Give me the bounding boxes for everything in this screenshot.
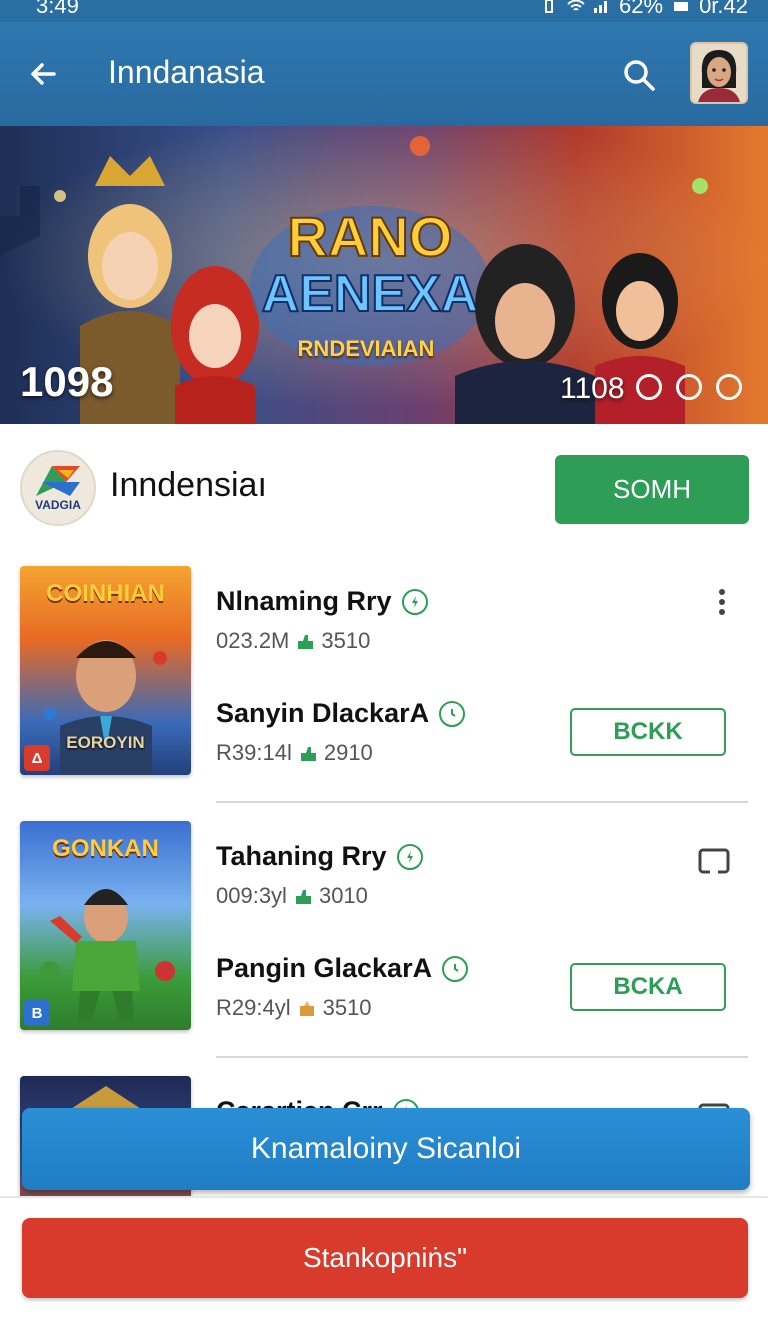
hand-icon	[298, 743, 318, 763]
game-thumbnail[interactable]: GONKAN B	[20, 821, 191, 1030]
game-subtitle-row: Sanyin DlackarA	[216, 698, 466, 729]
box-icon	[297, 998, 317, 1018]
hero-actions	[636, 374, 742, 400]
svg-text:RANO: RANO	[288, 205, 453, 268]
developer-action-button[interactable]: SOMH	[555, 455, 749, 524]
game-sub-stats-row: R29:4yl 3510	[216, 995, 372, 1021]
clock-badge-icon	[442, 955, 469, 982]
thumbnail-badge: Δ	[24, 745, 50, 771]
game-title: Tahaning Rry	[216, 841, 387, 871]
thumbnail-badge: B	[24, 1000, 50, 1026]
game-sub-count: 2910	[323, 740, 373, 765]
game-stats-row: 009:3yl 3010	[216, 883, 368, 909]
signal-icon	[593, 0, 609, 13]
game-subtitle-row: Pangin GlackarA	[216, 953, 469, 984]
game-stat-count: 3510	[321, 628, 371, 653]
developer-logo-text: VADGIA	[35, 498, 81, 512]
sound-icon[interactable]	[676, 374, 702, 400]
page-title: Inndanasia	[108, 54, 265, 90]
hero-banner[interactable]: RANO AENEXA RNDEVIAIAN 1098 1108	[0, 126, 768, 424]
game-stats-row: 023.2M 3510	[216, 628, 370, 654]
status-clock-right: 0r.42	[699, 0, 748, 18]
settings-icon[interactable]	[716, 374, 742, 400]
game-sub-count: 3510	[322, 995, 372, 1020]
verified-icon	[401, 588, 428, 615]
power-icon[interactable]	[636, 374, 662, 400]
vibrate-icon	[541, 0, 557, 13]
arrow-left-icon[interactable]	[26, 56, 62, 92]
battery-icon	[673, 0, 689, 13]
status-time: 3:49	[36, 0, 79, 18]
hero-count-right: 1108	[560, 372, 625, 405]
game-sub-stats: R39:14l	[216, 740, 292, 765]
verified-icon	[396, 843, 423, 870]
more-vertical-icon[interactable]	[714, 588, 730, 620]
game-title: Nlnaming Rry	[216, 586, 392, 616]
avatar[interactable]	[690, 42, 748, 104]
list-item[interactable]: COINHIAN EOROYIN Δ Nlnaming Rry 023.2M 3…	[0, 548, 768, 803]
developer-name[interactable]: Inndensiaı	[110, 466, 267, 505]
svg-text:AENEXA: AENEXA	[262, 265, 479, 323]
thumbnail-title: GONKAN	[52, 835, 159, 862]
status-bar: 3:49 62% 0r.42	[0, 0, 768, 22]
floating-action-button[interactable]: Knamaloiny Sicanloi	[22, 1108, 750, 1190]
game-action-button[interactable]: BCKK	[570, 708, 726, 756]
thumbnail-title: COINHIAN	[46, 580, 165, 607]
search-icon[interactable]	[620, 56, 658, 94]
game-thumbnail[interactable]: COINHIAN EOROYIN Δ	[20, 566, 191, 775]
clock-badge-icon	[439, 700, 466, 727]
wifi-icon	[567, 0, 585, 13]
hand-icon	[293, 886, 313, 906]
developer-logo[interactable]: VADGIA	[20, 450, 96, 526]
game-sub-stats: R29:4yl	[216, 995, 291, 1020]
hero-count-left: 1098	[20, 358, 114, 405]
developer-row: VADGIA Inndensiaı SOMH	[0, 428, 768, 548]
battery-percent: 62%	[619, 0, 664, 18]
game-sub-stats-row: R39:14l 2910	[216, 740, 373, 766]
game-subtitle: Pangin GlackarA	[216, 953, 433, 983]
game-title-row: Nlnaming Rry	[216, 586, 428, 617]
game-stats: 009:3yl	[216, 883, 287, 908]
app-bar: Inndanasia	[0, 22, 768, 126]
game-action-button[interactable]: BCKA	[570, 963, 726, 1011]
hand-icon	[295, 631, 315, 651]
game-title-row: Tahaning Rry	[216, 841, 423, 872]
game-subtitle: Sanyin DlackarA	[216, 698, 430, 728]
hero-subtitle: RNDEVIAIAN	[297, 336, 435, 361]
game-stats: 023.2M	[216, 628, 290, 653]
primary-action-button[interactable]: Stankopniṅs"	[22, 1218, 748, 1298]
cast-icon[interactable]	[696, 845, 732, 877]
bottom-panel: Stankopniṅs"	[0, 1196, 768, 1344]
game-stat-count: 3010	[318, 883, 368, 908]
list-item[interactable]: GONKAN B Tahaning Rry 009:3yl 3010 Pangi…	[0, 803, 768, 1058]
